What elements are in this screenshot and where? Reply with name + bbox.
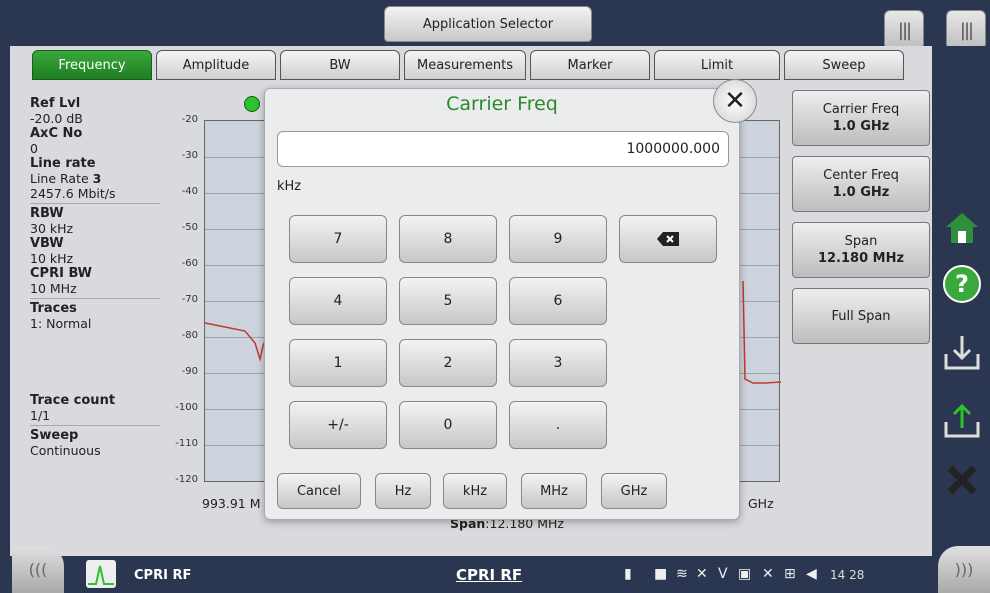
trace-count-label: Trace count: [30, 393, 116, 408]
unit-mhz-button[interactable]: MHz: [521, 473, 587, 509]
axc-label: AxC No: [30, 126, 83, 141]
gps-icon: ✕: [762, 566, 774, 582]
wifi-icon: ≋: [676, 566, 688, 582]
status-led-icon: [244, 96, 260, 112]
cancel-button[interactable]: Cancel: [277, 473, 361, 509]
x-start-label: 993.91 M: [202, 496, 261, 511]
close-app-icon[interactable]: [940, 458, 984, 502]
left-drawer-grip-icon[interactable]: (((: [12, 546, 64, 593]
right-drawer-grip-icon[interactable]: ))): [938, 546, 990, 593]
trace-count-value: 1/1: [30, 408, 51, 423]
line-rate-speed: 2457.6 Mbit/s: [30, 186, 116, 201]
app-name: CPRI RF: [134, 568, 192, 583]
key-5[interactable]: 5: [399, 277, 497, 325]
svg-text:?: ?: [955, 270, 969, 298]
y-tick: -30: [181, 150, 198, 161]
right-toolbar: ?: [932, 46, 990, 556]
vbw-label: VBW: [30, 236, 64, 251]
unit-hz-button[interactable]: Hz: [375, 473, 431, 509]
x-end-label: GHz: [748, 496, 774, 511]
rbw-label: RBW: [30, 206, 64, 221]
y-tick: -60: [181, 258, 198, 269]
line-rate-label: Line rate: [30, 156, 96, 171]
key-9[interactable]: 9: [509, 215, 607, 263]
frequency-input[interactable]: 1000000.000: [277, 131, 729, 167]
sweep-value: Continuous: [30, 443, 101, 458]
y-tick: -50: [181, 222, 198, 233]
clock: 14 28: [830, 568, 865, 582]
volume-icon: ◀: [806, 566, 817, 582]
network-icon: ⊞: [784, 566, 796, 582]
panel-grip-left-icon[interactable]: |||: [884, 10, 924, 50]
cpri-bw-value: 10 MHz: [30, 281, 77, 296]
vbw-value: 10 kHz: [30, 251, 74, 266]
y-tick: -110: [175, 438, 198, 449]
tab-measurements[interactable]: Measurements: [404, 50, 526, 80]
key-4[interactable]: 4: [289, 277, 387, 325]
y-tick: -90: [181, 366, 198, 377]
y-tick: -20: [181, 114, 198, 125]
key-plus-minus[interactable]: +/-: [289, 401, 387, 449]
traces-label: Traces: [30, 301, 77, 316]
cpri-bw-label: CPRI BW: [30, 266, 92, 281]
y-tick: -70: [181, 294, 198, 305]
y-tick: -100: [175, 402, 198, 413]
key-decimal[interactable]: .: [509, 401, 607, 449]
key-1[interactable]: 1: [289, 339, 387, 387]
key-0[interactable]: 0: [399, 401, 497, 449]
unit-label: kHz: [277, 179, 302, 194]
softkey-center-freq[interactable]: Center Freq 1.0 GHz: [792, 156, 930, 212]
key-7[interactable]: 7: [289, 215, 387, 263]
tab-frequency[interactable]: Frequency: [32, 50, 152, 80]
status-title[interactable]: CPRI RF: [456, 566, 522, 584]
unit-khz-button[interactable]: kHz: [443, 473, 507, 509]
tab-marker[interactable]: Marker: [530, 50, 650, 80]
camera-icon: ■: [654, 566, 668, 582]
softkey-span[interactable]: Span 12.180 MHz: [792, 222, 930, 278]
softkey-carrier-freq[interactable]: Carrier Freq 1.0 GHz: [792, 90, 930, 146]
application-selector-tab[interactable]: Application Selector: [384, 6, 592, 42]
tab-sweep[interactable]: Sweep: [784, 50, 904, 80]
axc-value: 0: [30, 141, 38, 156]
carrier-freq-dialog: Carrier Freq ✕ 1000000.000 kHz 7 8 9 4 5…: [264, 79, 757, 520]
help-icon[interactable]: ?: [940, 262, 984, 306]
ref-level-value: -20.0 dB: [30, 111, 83, 126]
battery-icon: ▮: [624, 566, 632, 582]
dialog-title: Carrier Freq: [446, 93, 558, 115]
key-6[interactable]: 6: [509, 277, 607, 325]
key-3[interactable]: 3: [509, 339, 607, 387]
tab-bar: Frequency Amplitude BW Measurements Mark…: [32, 50, 904, 82]
traces-value: 1: Normal: [30, 316, 92, 331]
status-bar: CPRI RF CPRI RF ▮ ■ ≋ ✕ V ▣ ✕ ⊞ ◀ 14 28: [0, 556, 990, 593]
sweep-label: Sweep: [30, 428, 79, 443]
tab-limit[interactable]: Limit: [654, 50, 780, 80]
key-2[interactable]: 2: [399, 339, 497, 387]
bluetooth-icon: ✕: [696, 566, 708, 582]
ref-level-label: Ref Lvl: [30, 96, 81, 111]
app-icon[interactable]: [86, 560, 116, 588]
softkey-full-span[interactable]: Full Span: [792, 288, 930, 344]
home-icon[interactable]: [940, 206, 984, 250]
backspace-icon: [657, 232, 679, 246]
save-icon[interactable]: [940, 330, 984, 374]
load-icon[interactable]: [940, 398, 984, 442]
panel-grip-right-icon[interactable]: |||: [946, 10, 986, 50]
terminal-icon: ▣: [738, 566, 752, 582]
measurement-info-panel: Ref Lvl -20.0 dB AxC No 0 Line rate Line…: [30, 96, 160, 458]
line-rate-value: Line Rate 3: [30, 171, 102, 186]
unit-ghz-button[interactable]: GHz: [601, 473, 667, 509]
key-8[interactable]: 8: [399, 215, 497, 263]
dialog-close-icon[interactable]: ✕: [713, 79, 757, 123]
backspace-key[interactable]: [619, 215, 717, 263]
y-tick: -120: [175, 474, 198, 485]
tab-bw[interactable]: BW: [280, 50, 400, 80]
y-tick: -40: [181, 186, 198, 197]
v-icon: V: [718, 566, 728, 582]
tab-amplitude[interactable]: Amplitude: [156, 50, 276, 80]
rbw-value: 30 kHz: [30, 221, 74, 236]
y-tick: -80: [181, 330, 198, 341]
